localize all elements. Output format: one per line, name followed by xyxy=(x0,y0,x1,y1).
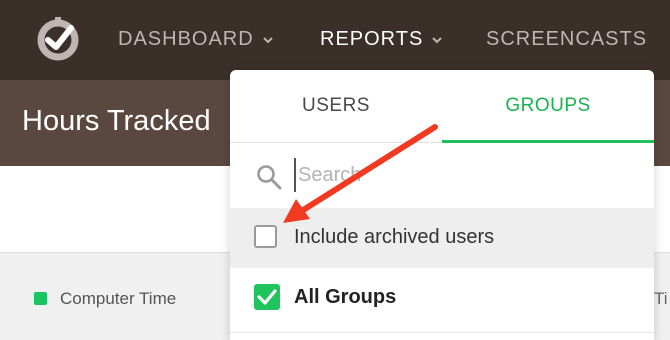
include-archived-checkbox[interactable] xyxy=(254,225,277,248)
nav-screencasts[interactable]: SCREENCASTS xyxy=(486,28,647,51)
search-icon xyxy=(257,165,282,190)
nav-dashboard-label: DASHBOARD xyxy=(118,28,254,50)
chevron-down-icon xyxy=(262,36,273,43)
reports-filter-dropdown: USERS GROUPS Include archived users All … xyxy=(230,70,654,340)
divider xyxy=(230,332,654,333)
all-groups-label: All Groups xyxy=(294,286,397,308)
all-groups-checkbox[interactable] xyxy=(254,284,280,310)
top-navigation-bar: DASHBOARD REPORTS SCREENCASTS xyxy=(0,0,670,80)
tab-users[interactable]: USERS xyxy=(230,70,442,142)
search-row xyxy=(230,142,654,209)
nav-dashboard[interactable]: DASHBOARD xyxy=(118,28,274,51)
include-archived-option[interactable]: Include archived users xyxy=(230,208,654,268)
app-logo-icon[interactable] xyxy=(34,16,82,64)
legend-label-partial: Ti xyxy=(654,289,668,308)
include-archived-label: Include archived users xyxy=(294,226,495,248)
page-title: Hours Tracked xyxy=(22,105,211,137)
all-groups-option[interactable]: All Groups xyxy=(230,268,654,328)
search-input[interactable] xyxy=(294,158,628,192)
computer-time-legend-swatch xyxy=(34,292,47,305)
nav-reports-label: REPORTS xyxy=(320,28,424,50)
checkmark-icon xyxy=(257,289,277,305)
computer-time-legend-label: Computer Time xyxy=(60,289,177,308)
dropdown-tabs: USERS GROUPS xyxy=(230,70,654,143)
nav-screencasts-label: SCREENCASTS xyxy=(486,28,648,50)
tab-groups[interactable]: GROUPS xyxy=(442,70,654,143)
nav-reports[interactable]: REPORTS xyxy=(320,28,443,51)
chevron-down-icon xyxy=(432,36,443,43)
